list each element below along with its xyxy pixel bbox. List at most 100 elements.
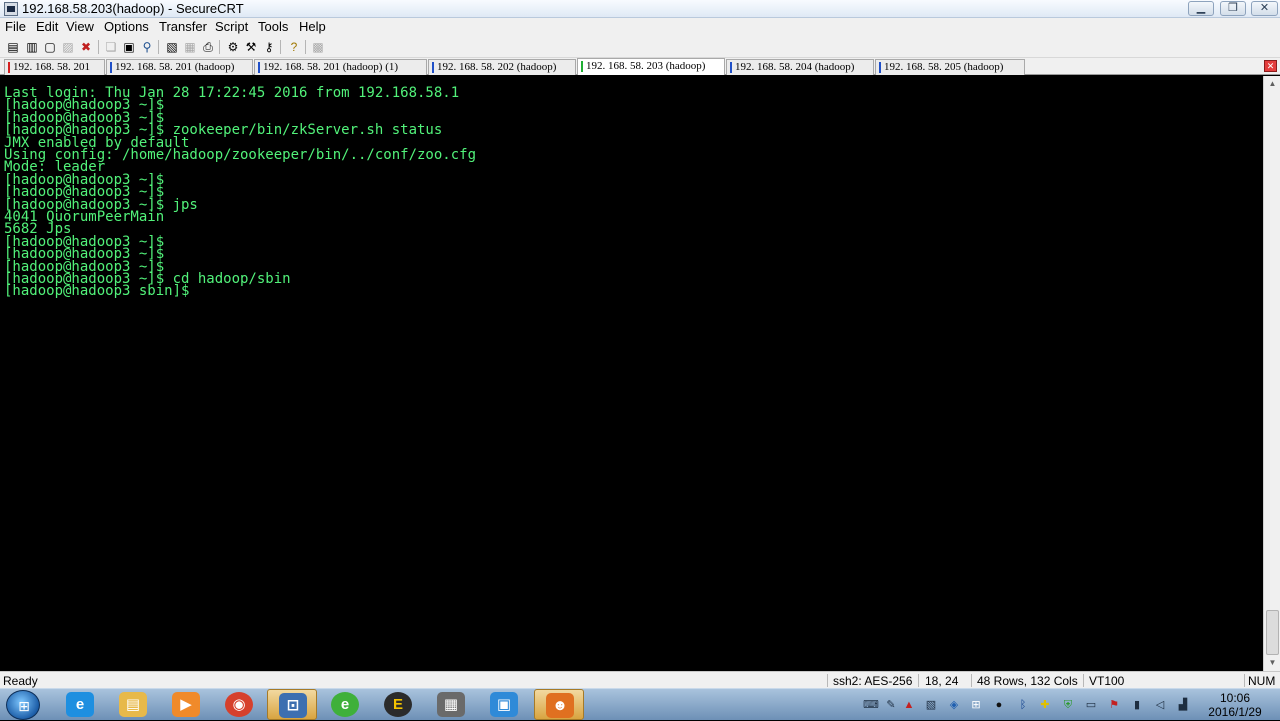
bluetooth-icon[interactable]: ᛒ <box>1015 697 1031 713</box>
status-separator <box>1244 674 1245 687</box>
taskbar-app-ie[interactable]: e <box>55 689 105 720</box>
toolbar-separator <box>98 40 99 54</box>
tab-session-203-hadoop[interactable]: 192. 168. 58. 203 (hadoop) <box>577 58 725 75</box>
status-ready: Ready <box>3 674 38 688</box>
taskbar-app-explorer[interactable]: ▤ <box>108 689 158 720</box>
windows-logo-icon: ⊞ <box>18 698 30 714</box>
menu-help[interactable]: Help <box>299 19 326 34</box>
close-button[interactable]: ✕ <box>1251 1 1278 16</box>
status-numlock: NUM <box>1248 674 1276 688</box>
taskbar-app-remote-desktop[interactable]: ▣ <box>479 689 529 720</box>
disconnect-icon[interactable]: ✖ <box>78 39 94 55</box>
menu-transfer[interactable]: Transfer <box>159 19 207 34</box>
session-options-icon[interactable]: ⚙ <box>225 39 241 55</box>
tab-session-201-hadoop[interactable]: 192. 168. 58. 201 (hadoop) <box>106 59 253 75</box>
scrollbar-thumb[interactable] <box>1266 610 1279 655</box>
paste-icon[interactable]: ▣ <box>121 39 137 55</box>
start-button[interactable]: ⊞ <box>6 690 40 720</box>
tab-label: 192. 168. 58. 201 <box>13 61 90 73</box>
printer-icon[interactable]: ▧ <box>923 697 939 713</box>
terminal-screen[interactable]: Last login: Thu Jan 28 17:22:45 2016 fro… <box>0 76 1263 671</box>
menu-file[interactable]: File <box>5 19 26 34</box>
connect-in-tab-icon[interactable]: ▢ <box>42 39 58 55</box>
menu-script[interactable]: Script <box>215 19 248 34</box>
toolbar-separator <box>158 40 159 54</box>
taskbar-app-360-browser[interactable]: e <box>320 689 370 720</box>
find-icon[interactable]: ⚲ <box>139 39 155 55</box>
scroll-up-icon[interactable]: ▲ <box>1266 78 1279 90</box>
menu-edit[interactable]: Edit <box>36 19 58 34</box>
volume-icon[interactable]: ◁ <box>1152 697 1168 713</box>
minimize-button[interactable]: ▁ <box>1188 1 1214 16</box>
menu-view[interactable]: View <box>66 19 94 34</box>
maximize-button[interactable]: ❐ <box>1220 1 1246 16</box>
status-separator <box>1083 674 1084 687</box>
windows-flag-icon[interactable]: ⊞ <box>968 697 984 713</box>
status-protocol: ssh2: AES-256 <box>833 674 913 688</box>
tab-status-marker <box>581 61 583 72</box>
keyboard-icon[interactable]: ⌨ <box>863 697 879 713</box>
power-icon[interactable]: ▮ <box>1129 697 1145 713</box>
antivirus-icon[interactable]: ⛨ <box>1060 697 1076 713</box>
toolbar-separator <box>280 40 281 54</box>
remote-desktop-icon: ▣ <box>490 692 518 717</box>
shield-icon[interactable]: ◈ <box>946 697 962 713</box>
print-setup-icon[interactable]: ▧ <box>164 39 180 55</box>
signal-icon[interactable]: ▟ <box>1175 697 1191 713</box>
connect-icon[interactable]: ▤ <box>5 39 21 55</box>
status-separator <box>971 674 972 687</box>
scroll-down-icon[interactable]: ▼ <box>1266 657 1279 669</box>
tab-status-marker <box>258 62 260 73</box>
qq-icon[interactable]: ● <box>991 697 1007 713</box>
tab-status-marker <box>110 62 112 73</box>
keymap-icon[interactable]: ⚷ <box>261 39 277 55</box>
network-plus-icon[interactable]: ✚ <box>1037 697 1053 713</box>
menu-options[interactable]: Options <box>104 19 149 34</box>
pen-icon[interactable]: ✎ <box>883 697 899 713</box>
status-separator <box>827 674 828 687</box>
taskbar-app-media[interactable]: ▶ <box>161 689 211 720</box>
tab-session-201[interactable]: 192. 168. 58. 201 <box>4 59 105 75</box>
tab-session-201-hadoop-1[interactable]: 192. 168. 58. 201 (hadoop) (1) <box>254 59 427 75</box>
taskbar-app-vpn[interactable]: ⊡ <box>267 689 317 720</box>
clock-time: 10:06 <box>1219 691 1251 705</box>
tab-status-marker <box>730 62 732 73</box>
status-cursor-position: 18, 24 <box>925 674 959 688</box>
copy-icon[interactable]: ❏ <box>103 39 119 55</box>
taskbar-app-everything[interactable]: E <box>373 689 423 720</box>
securecrt-icon: ☻ <box>546 693 574 718</box>
security-icon[interactable]: ▲ <box>901 697 917 713</box>
display-icon[interactable]: ▭ <box>1083 697 1099 713</box>
toolbar-separator <box>305 40 306 54</box>
close-tab-icon[interactable]: ✕ <box>1264 60 1277 72</box>
tab-session-202-hadoop[interactable]: 192. 168. 58. 202 (hadoop) <box>428 59 576 75</box>
status-separator <box>918 674 919 687</box>
vertical-scrollbar[interactable]: ▲ ▼ <box>1263 76 1280 671</box>
virtualbox-icon: ▦ <box>437 692 465 717</box>
taskbar: ⊞ e ▤ ▶ ◉ ⊡ e E ▦ ▣ ☻ ⌨ ✎ ▲ ▧ ◈ ⊞ ● ᛒ ✚ … <box>0 688 1280 720</box>
tab-session-205-hadoop[interactable]: 192. 168. 58. 205 (hadoop) <box>875 59 1025 75</box>
global-options-icon[interactable]: ⚒ <box>243 39 259 55</box>
quick-connect-icon[interactable]: ▥ <box>24 39 40 55</box>
reconnect-icon[interactable]: ▨ <box>60 39 76 55</box>
taskbar-app-virtualbox[interactable]: ▦ <box>426 689 476 720</box>
taskbar-app-securecrt[interactable]: ☻ <box>534 689 584 720</box>
chrome-icon: ◉ <box>225 692 253 717</box>
toolbar: ▤ ▥ ▢ ▨ ✖ ❏ ▣ ⚲ ▧ ▦ ⎙ ⚙ ⚒ ⚷ ? ▩ <box>0 36 1280 58</box>
securecrt-app-icon[interactable] <box>4 2 18 16</box>
tab-label: 192. 168. 58. 203 (hadoop) <box>586 60 706 72</box>
flag-icon[interactable]: ⚑ <box>1106 697 1122 713</box>
tab-label: 192. 168. 58. 202 (hadoop) <box>437 61 557 73</box>
menu-tools[interactable]: Tools <box>258 19 288 34</box>
taskbar-app-chrome[interactable]: ◉ <box>214 689 264 720</box>
ie-icon: e <box>66 692 94 717</box>
system-clock[interactable]: 10:06 2016/1/29 <box>1200 691 1270 719</box>
help-icon[interactable]: ? <box>286 39 302 55</box>
tab-label: 192. 168. 58. 201 (hadoop) <box>115 61 235 73</box>
tab-status-marker <box>8 62 10 73</box>
title-bar: 192.168.58.203(hadoop) - SecureCRT ▁ ❐ ✕ <box>0 0 1280 18</box>
tab-session-204-hadoop[interactable]: 192. 168. 58. 204 (hadoop) <box>726 59 874 75</box>
print-selection-icon[interactable]: ▦ <box>182 39 198 55</box>
sftp-icon[interactable]: ▩ <box>310 39 326 55</box>
print-icon[interactable]: ⎙ <box>200 39 216 55</box>
